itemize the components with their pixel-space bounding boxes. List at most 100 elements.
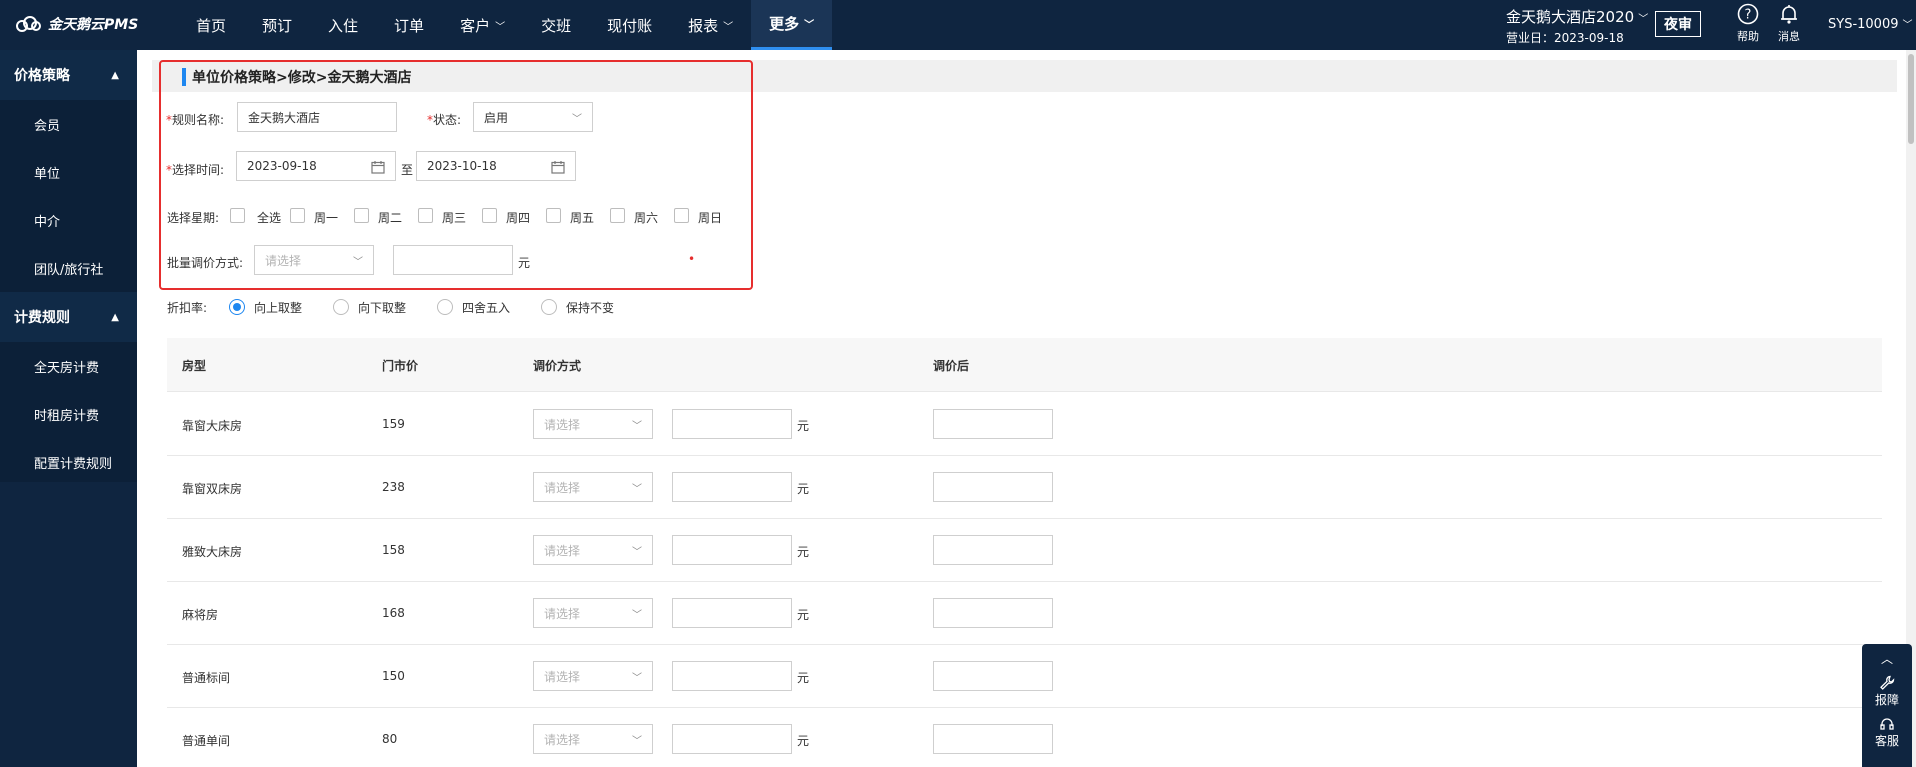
checkbox-sun[interactable]: [674, 208, 689, 223]
select-placeholder: 请选择: [544, 543, 581, 558]
adjusted-price-input[interactable]: [933, 598, 1053, 628]
nav-reservation[interactable]: 预订: [244, 0, 310, 50]
help-label: 帮助: [1737, 30, 1759, 43]
rack-price-cell: 238: [382, 480, 405, 494]
scroll-top-icon[interactable]: ︿: [1881, 650, 1893, 667]
adjust-amount-input[interactable]: [672, 535, 792, 565]
chevron-down-icon: ﹀: [632, 484, 642, 495]
night-audit-button[interactable]: 夜审: [1655, 11, 1701, 37]
rule-name-label: *规则名称:: [166, 113, 225, 127]
adjust-method-select[interactable]: 请选择 ﹀: [533, 409, 653, 439]
adjust-amount-input[interactable]: [672, 472, 792, 502]
radio-round-down[interactable]: [333, 299, 349, 315]
adjust-amount-input[interactable]: [672, 598, 792, 628]
radio-round-half[interactable]: [437, 299, 453, 315]
select-placeholder: 请选择: [544, 732, 581, 747]
checkbox-mon[interactable]: [290, 208, 305, 223]
checkbox-fri[interactable]: [546, 208, 561, 223]
radio-keep[interactable]: [541, 299, 557, 315]
sidebar-item-full-day-billing[interactable]: 全天房计费: [0, 342, 137, 390]
unit-label: 元: [797, 482, 810, 496]
radio-label: 向上取整: [254, 301, 303, 315]
nav-label: 入住: [328, 16, 359, 35]
chevron-down-icon: ﹀: [572, 114, 582, 125]
adjust-method-select[interactable]: 请选择 ﹀: [533, 724, 653, 754]
radio-label: 向下取整: [358, 301, 407, 315]
adjust-method-select[interactable]: 请选择 ﹀: [533, 535, 653, 565]
week-option-label: 周日: [698, 211, 723, 225]
sidebar-item-agent[interactable]: 中介: [0, 196, 137, 244]
week-option-label: 周四: [506, 211, 531, 225]
nav-customers[interactable]: 客户 ﹀: [442, 0, 523, 50]
chevron-down-icon: ﹀: [353, 257, 363, 268]
report-issue-button[interactable]: 报障: [1875, 675, 1899, 708]
sidebar-item-group-travel[interactable]: 团队/旅行社: [0, 244, 137, 292]
caret-up-icon: ▲: [111, 69, 119, 81]
sidebar-group-billing-rules[interactable]: 计费规则 ▲: [0, 292, 137, 342]
sidebar-group-label: 计费规则: [14, 310, 70, 326]
customer-service-button[interactable]: 客服: [1875, 716, 1899, 749]
messages-button[interactable]: 消息: [1769, 3, 1809, 44]
radio-label: 保持不变: [566, 301, 615, 315]
main-nav: 首页 预订 入住 订单 客户 ﹀ 交班 现付账 报表 ﹀ 更多 ﹀: [178, 0, 833, 50]
room-type-cell: 靠窗双床房: [182, 482, 243, 496]
help-button[interactable]: ? 帮助: [1728, 3, 1768, 44]
nav-label: 交班: [541, 16, 572, 35]
sidebar-item-config-billing[interactable]: 配置计费规则: [0, 438, 137, 486]
nav-shift[interactable]: 交班: [523, 0, 589, 50]
column-header: 门市价: [382, 359, 419, 373]
unit-label: 元: [797, 671, 810, 685]
adjusted-price-input[interactable]: [933, 535, 1053, 565]
chevron-down-icon: ﹀: [1902, 20, 1913, 31]
nav-cash-account[interactable]: 现付账: [589, 0, 670, 50]
label-text: 规则名称:: [172, 113, 225, 127]
adjust-method-select[interactable]: 请选择 ﹀: [533, 598, 653, 628]
cloud-icon: [16, 16, 41, 32]
batch-adjust-amount-input[interactable]: [393, 245, 513, 275]
rack-price-cell: 168: [382, 606, 405, 620]
date-from-picker[interactable]: 2023-09-18: [236, 151, 396, 181]
app-logo[interactable]: 金天鹅云PMS: [14, 14, 138, 34]
checkbox-sat[interactable]: [610, 208, 625, 223]
rule-name-input[interactable]: 金天鹅大酒店: [237, 102, 397, 132]
adjusted-price-input[interactable]: [933, 472, 1053, 502]
scrollbar-thumb[interactable]: [1908, 54, 1914, 144]
nav-home[interactable]: 首页: [178, 0, 244, 50]
nav-reports[interactable]: 报表 ﹀: [670, 0, 751, 50]
adjusted-price-input[interactable]: [933, 409, 1053, 439]
checkbox-all[interactable]: [230, 208, 245, 223]
sidebar-item-hourly-billing[interactable]: 时租房计费: [0, 390, 137, 438]
nav-orders[interactable]: 订单: [376, 0, 442, 50]
week-label: 选择星期:: [167, 211, 220, 225]
status-select[interactable]: 启用 ﹀: [473, 102, 593, 132]
nav-more[interactable]: 更多 ﹀: [751, 0, 833, 50]
chevron-down-icon: ﹀: [632, 421, 642, 432]
calendar-icon: [551, 161, 565, 174]
chevron-down-icon: ﹀: [632, 673, 642, 684]
adjust-method-select[interactable]: 请选择 ﹀: [533, 661, 653, 691]
hotel-selector[interactable]: 金天鹅大酒店2020 ﹀ 营业日：2023-09-18: [1506, 6, 1648, 46]
user-menu[interactable]: SYS-10009 ﹀: [1828, 16, 1913, 32]
bell-icon: [1781, 5, 1797, 24]
date-to-picker[interactable]: 2023-10-18: [416, 151, 576, 181]
table-row: 普通标间 150 请选择 ﹀ 元: [167, 645, 1882, 708]
room-type-cell: 雅致大床房: [182, 545, 243, 559]
nav-checkin[interactable]: 入住: [310, 0, 376, 50]
adjusted-price-input[interactable]: [933, 661, 1053, 691]
sidebar-group-price-strategy[interactable]: 价格策略 ▲: [0, 50, 137, 100]
checkbox-wed[interactable]: [418, 208, 433, 223]
checkbox-thu[interactable]: [482, 208, 497, 223]
nav-label: 首页: [196, 16, 227, 35]
adjust-amount-input[interactable]: [672, 661, 792, 691]
radio-round-up[interactable]: [229, 299, 245, 315]
checkbox-tue[interactable]: [354, 208, 369, 223]
adjusted-price-input[interactable]: [933, 724, 1053, 754]
unit-label: 元: [797, 734, 810, 748]
rack-price-cell: 150: [382, 669, 405, 683]
sidebar-item-member[interactable]: 会员: [0, 100, 137, 148]
sidebar-item-company[interactable]: 单位: [0, 148, 137, 196]
adjust-amount-input[interactable]: [672, 409, 792, 439]
batch-adjust-select[interactable]: 请选择 ﹀: [254, 245, 374, 275]
adjust-amount-input[interactable]: [672, 724, 792, 754]
adjust-method-select[interactable]: 请选择 ﹀: [533, 472, 653, 502]
